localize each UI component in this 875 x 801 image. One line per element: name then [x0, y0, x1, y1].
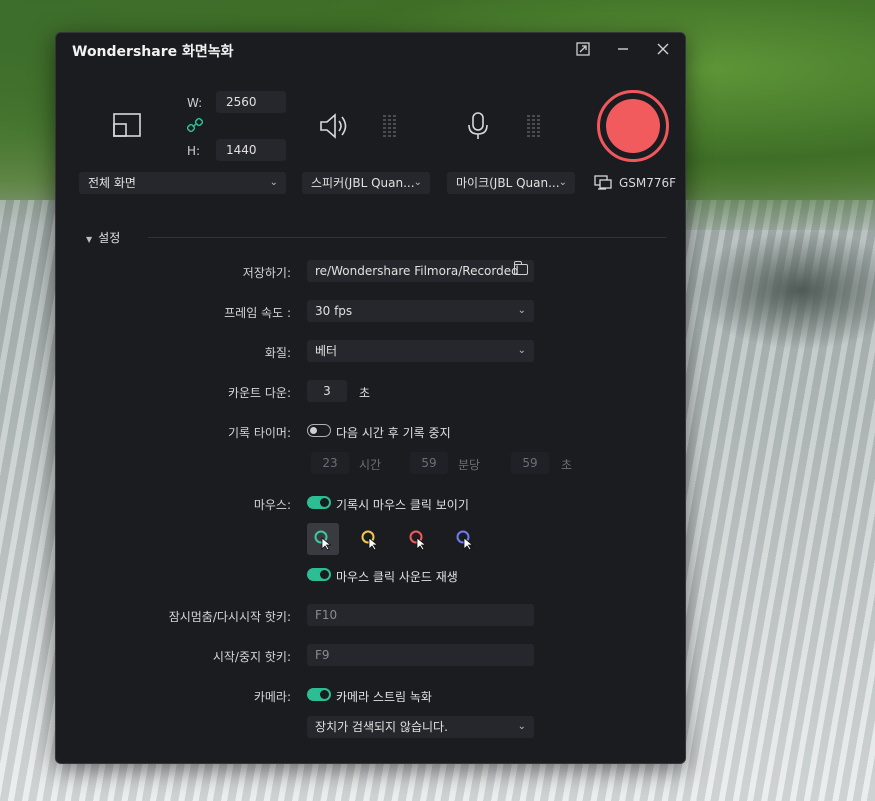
capture-mode-value: 전체 화면 [88, 176, 136, 190]
timer-hours-unit: 시간 [359, 458, 382, 472]
speaker-value: 스피커(JBL Quan... [311, 176, 415, 190]
start-hotkey-input[interactable]: F9 [307, 644, 534, 666]
speaker-dropdown[interactable]: 스피커(JBL Quan... ⌄ [302, 172, 430, 194]
pause-hotkey-input[interactable]: F10 [307, 604, 534, 626]
compact-mode-icon[interactable] [571, 39, 595, 63]
pause-hotkey-label: 잠시멈춤/다시시작 핫키: [168, 610, 291, 624]
chevron-down-icon: ⌄ [269, 177, 278, 188]
camera-device-value: 장치가 검색되지 않습니다. [315, 720, 448, 734]
title-bar[interactable]: Wondershare 화면녹화 [56, 33, 685, 69]
cursor-click-icon [314, 530, 332, 551]
cursor-style-blue[interactable] [449, 523, 481, 555]
fps-label: 프레임 속도 : [224, 306, 291, 320]
height-label: H: [187, 144, 201, 158]
timer-minutes-unit: 분당 [458, 458, 481, 472]
mic-level-meter [527, 115, 541, 139]
width-input[interactable]: 2560 [216, 91, 286, 113]
timer-seconds-input[interactable]: 59 [511, 452, 549, 474]
cursor-style-yellow[interactable] [354, 523, 386, 555]
quality-value: 베터 [315, 344, 338, 358]
capture-mode-dropdown[interactable]: 전체 화면 ⌄ [79, 172, 286, 194]
countdown-label: 카운트 다운: [227, 386, 291, 400]
timer-label: 기록 타이머: [227, 426, 291, 440]
record-button[interactable] [597, 90, 669, 162]
chevron-down-icon: ⌄ [517, 721, 526, 732]
window-title: Wondershare 화면녹화 [72, 44, 234, 60]
timer-seconds-unit: 초 [561, 458, 573, 472]
countdown-unit: 초 [359, 386, 371, 400]
screen-recorder-window: Wondershare 화면녹화 W: 2560 H: 1440 전체 화면 ⌄… [55, 32, 686, 764]
timer-minutes-input[interactable]: 59 [410, 452, 448, 474]
speaker-level-meter [383, 115, 397, 139]
triangle-down-icon: ▼ [86, 235, 93, 244]
chevron-down-icon: ⌄ [558, 177, 567, 188]
show-clicks-toggle[interactable] [307, 496, 331, 509]
fps-dropdown[interactable]: 30 fps ⌄ [307, 300, 534, 322]
countdown-input[interactable]: 3 [307, 380, 347, 402]
chevron-down-icon: ⌄ [517, 305, 526, 316]
mouse-label: 마우스: [253, 498, 291, 512]
speaker-icon[interactable] [318, 112, 350, 144]
folder-icon[interactable] [513, 261, 528, 275]
camera-toggle-text: 카메라 스트림 녹화 [336, 690, 432, 704]
cursor-click-icon [456, 530, 474, 551]
save-path-field[interactable]: re/Wondershare Filmora/Recorded [307, 260, 534, 282]
cursor-click-icon [361, 530, 379, 551]
close-icon[interactable] [651, 39, 675, 63]
fps-value: 30 fps [315, 304, 353, 318]
start-hotkey-label: 시작/중지 핫키: [212, 650, 291, 664]
camera-device-dropdown[interactable]: 장치가 검색되지 않습니다. ⌄ [307, 716, 534, 738]
timer-toggle[interactable] [307, 424, 331, 437]
save-path-value: re/Wondershare Filmora/Recorded [315, 264, 519, 278]
timer-hours-input[interactable]: 23 [311, 452, 349, 474]
cursor-style-green[interactable] [307, 523, 339, 555]
cursor-click-icon [409, 530, 427, 551]
settings-header: 설정 [98, 231, 121, 245]
camera-label: 카메라: [253, 690, 291, 704]
quality-dropdown[interactable]: 베터 ⌄ [307, 340, 534, 362]
mic-dropdown[interactable]: 마이크(JBL Quan... ⌄ [447, 172, 575, 194]
click-sound-text: 마우스 클릭 사운드 재생 [336, 570, 458, 584]
camera-toggle[interactable] [307, 688, 331, 701]
click-sound-toggle[interactable] [307, 568, 331, 581]
aspect-link-icon[interactable] [186, 117, 204, 137]
height-input[interactable]: 1440 [216, 139, 286, 161]
minimize-icon[interactable] [611, 39, 635, 63]
rock-scenery [690, 230, 875, 350]
chevron-down-icon: ⌄ [517, 345, 526, 356]
cursor-style-red[interactable] [402, 523, 434, 555]
chevron-down-icon: ⌄ [413, 177, 422, 188]
settings-section-toggle[interactable]: ▼ 설정 [86, 229, 120, 246]
section-divider [148, 237, 666, 238]
monitor-label[interactable]: GSM776F [619, 176, 676, 190]
show-clicks-text: 기록시 마우스 클릭 보이기 [336, 498, 469, 512]
save-path-label: 저장하기: [242, 266, 291, 280]
width-label: W: [187, 96, 203, 110]
mic-value: 마이크(JBL Quan... [456, 176, 560, 190]
record-icon [606, 99, 660, 153]
microphone-icon[interactable] [465, 111, 491, 145]
capture-region-icon[interactable] [113, 113, 141, 141]
timer-toggle-text: 다음 시간 후 기록 중지 [336, 426, 451, 440]
monitor-icon[interactable] [594, 175, 612, 195]
quality-label: 화질: [264, 346, 291, 360]
